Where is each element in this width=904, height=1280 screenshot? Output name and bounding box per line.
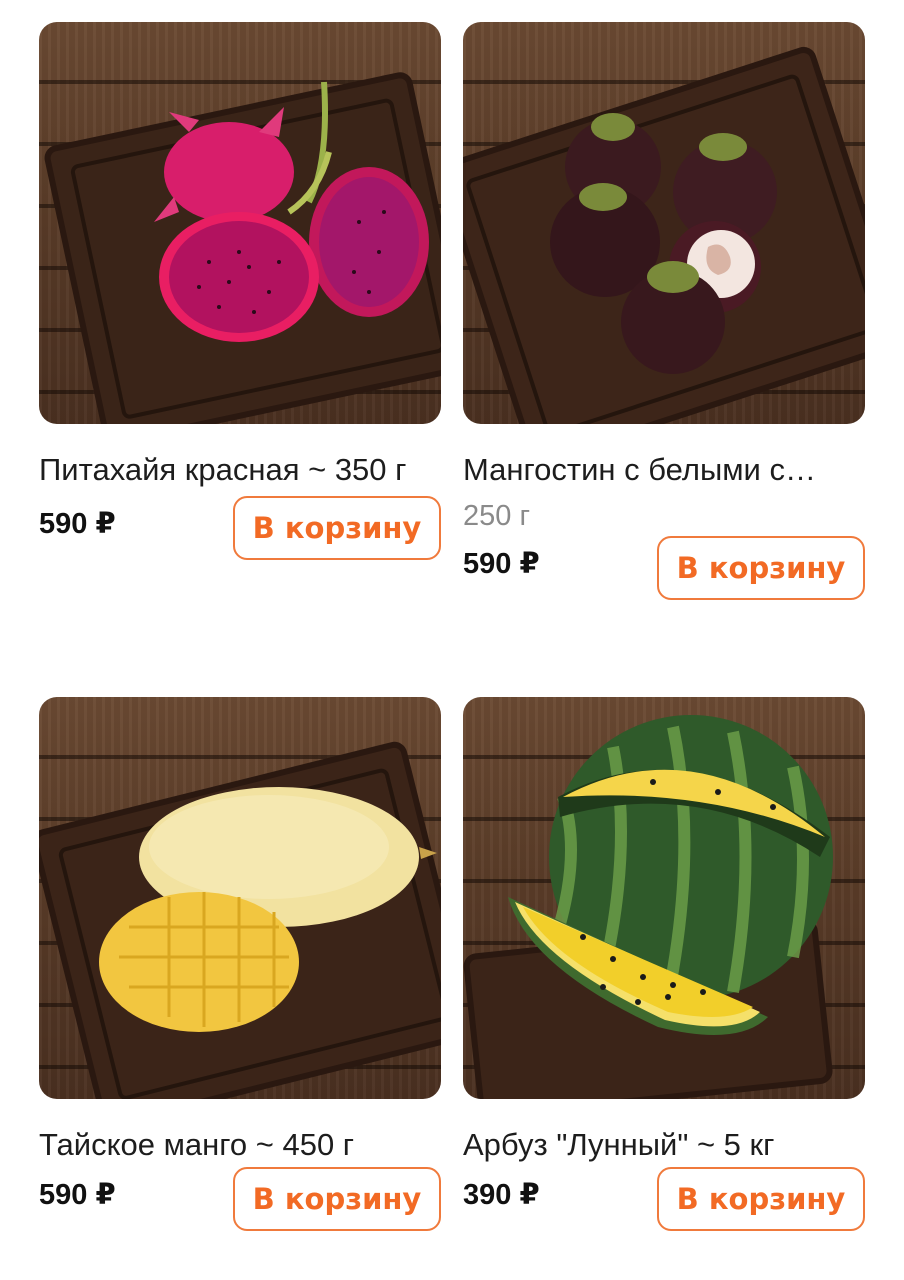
product-title[interactable]: Арбуз "Лунный" ~ 5 кг (463, 1119, 865, 1171)
product-weight: 250 г (463, 500, 531, 532)
product-price: 390 ₽ (463, 1179, 540, 1211)
add-to-cart-button[interactable]: В корзину (657, 1167, 865, 1231)
add-to-cart-button[interactable]: В корзину (233, 496, 441, 560)
product-card[interactable]: Арбуз "Лунный" ~ 5 кг 390 ₽ В корзину (463, 697, 865, 1235)
product-price: 590 ₽ (39, 508, 116, 540)
product-image-dragon-fruit[interactable] (39, 22, 441, 424)
product-card[interactable]: Мангостин с белыми с… 250 г 590 ₽ В корз… (463, 22, 865, 604)
product-image-mangosteen[interactable] (463, 22, 865, 424)
product-price: 590 ₽ (39, 1179, 116, 1211)
product-title[interactable]: Питахайя красная ~ 350 г (39, 444, 441, 496)
product-grid: Питахайя красная ~ 350 г 590 ₽ В корзину (0, 0, 904, 1280)
product-title[interactable]: Мангостин с белыми с… (463, 444, 865, 496)
product-card[interactable]: Тайское манго ~ 450 г 590 ₽ В корзину (39, 697, 441, 1235)
product-title[interactable]: Тайское манго ~ 450 г (39, 1119, 441, 1171)
add-to-cart-button[interactable]: В корзину (657, 536, 865, 600)
product-price: 590 ₽ (463, 548, 540, 580)
add-to-cart-button[interactable]: В корзину (233, 1167, 441, 1231)
product-card[interactable]: Питахайя красная ~ 350 г 590 ₽ В корзину (39, 22, 441, 564)
product-image-mango[interactable] (39, 697, 441, 1099)
product-image-watermelon[interactable] (463, 697, 865, 1099)
